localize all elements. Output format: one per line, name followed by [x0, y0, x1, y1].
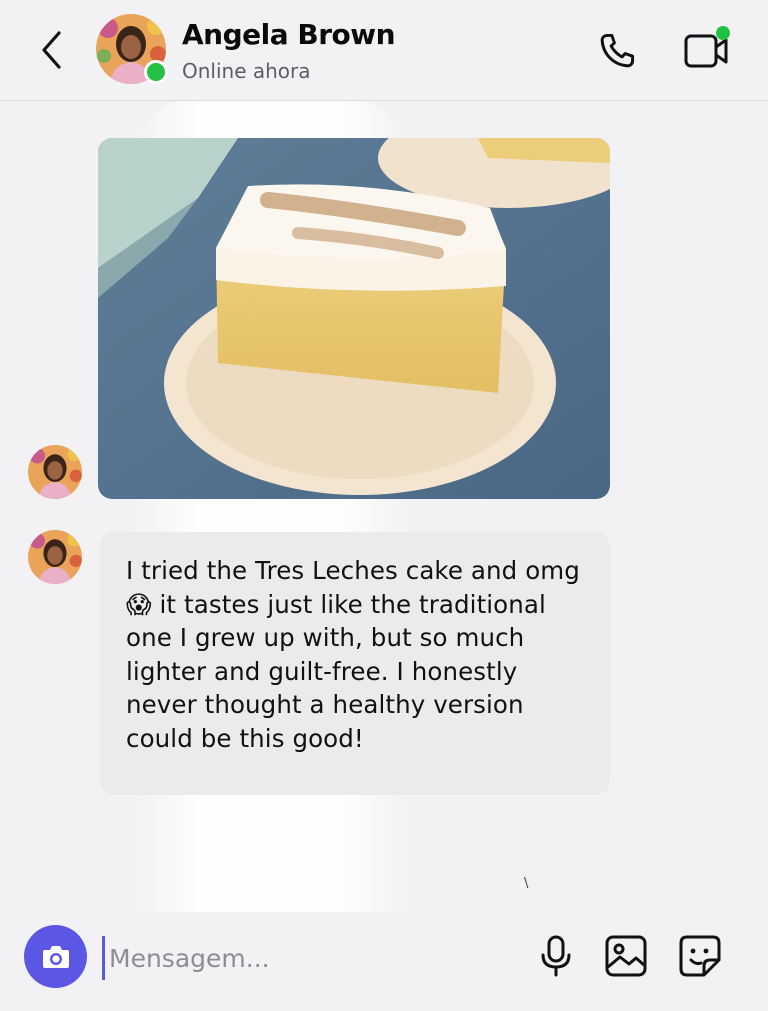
camera-button[interactable]: [24, 925, 87, 988]
microphone-icon: [541, 935, 571, 977]
message-text: I tried the Tres Leches cake and omg 😱 i…: [126, 556, 580, 753]
video-call-button[interactable]: [682, 26, 732, 74]
phone-icon: [600, 33, 635, 68]
gallery-icon: [605, 935, 647, 977]
chat-header: Angela Brown Online ahora: [0, 0, 768, 101]
sender-avatar[interactable]: [28, 530, 82, 584]
contact-name[interactable]: Angela Brown: [182, 18, 396, 51]
voice-message-button[interactable]: [532, 932, 580, 980]
cake-photo: [98, 138, 610, 499]
back-button[interactable]: [32, 28, 72, 72]
camera-icon: [42, 945, 69, 968]
online-indicator: [144, 60, 168, 84]
sticker-icon: [679, 935, 721, 977]
message-input[interactable]: [102, 936, 521, 980]
stray-mark: \: [524, 876, 529, 891]
video-indicator-dot: [716, 26, 730, 40]
gallery-button[interactable]: [602, 932, 650, 980]
voice-call-button[interactable]: [594, 28, 640, 74]
sender-avatar[interactable]: [28, 445, 82, 499]
contact-status: Online ahora: [182, 59, 311, 83]
text-message-bubble[interactable]: I tried the Tres Leches cake and omg 😱 i…: [100, 532, 610, 795]
back-arrow-icon: [42, 31, 61, 69]
image-message[interactable]: [98, 138, 610, 499]
sticker-button[interactable]: [676, 932, 724, 980]
